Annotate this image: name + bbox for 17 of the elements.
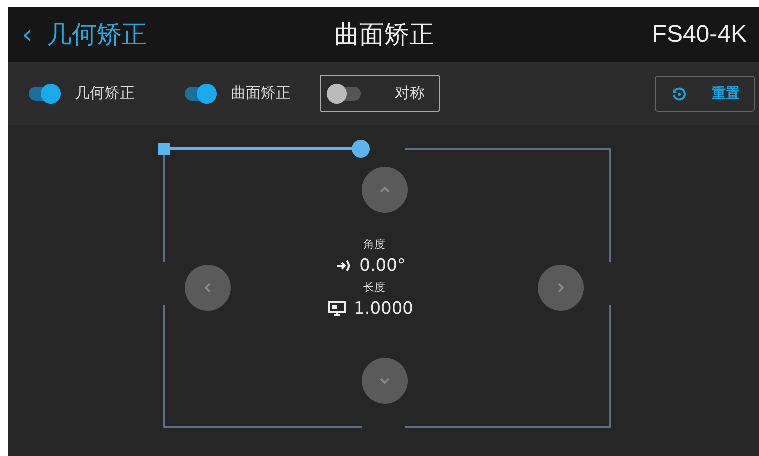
toggle-option[interactable]: 几何矫正 xyxy=(28,77,146,110)
readout-value: 1.0000 xyxy=(354,299,414,319)
back-button[interactable]: ‹ 几何矫正 xyxy=(22,18,242,51)
monitor-icon xyxy=(328,301,346,317)
reset-button[interactable]: 重置 xyxy=(655,76,755,112)
toggle-option[interactable]: 对称 xyxy=(320,75,440,112)
model-name: FS40-4K xyxy=(651,20,747,48)
page-title: 曲面矫正 xyxy=(334,19,436,51)
arrow-into-bracket-icon xyxy=(336,259,352,273)
selected-edge[interactable] xyxy=(158,140,370,158)
readout-label: 长度 xyxy=(362,280,386,295)
reset-icon xyxy=(672,86,686,100)
toggle-option[interactable]: 曲面矫正 xyxy=(174,77,302,110)
readout-value: 0.00° xyxy=(360,256,406,276)
toggle-switch[interactable] xyxy=(185,86,215,100)
toggle-switch[interactable] xyxy=(29,86,59,100)
readout-label: 角度 xyxy=(362,237,386,252)
